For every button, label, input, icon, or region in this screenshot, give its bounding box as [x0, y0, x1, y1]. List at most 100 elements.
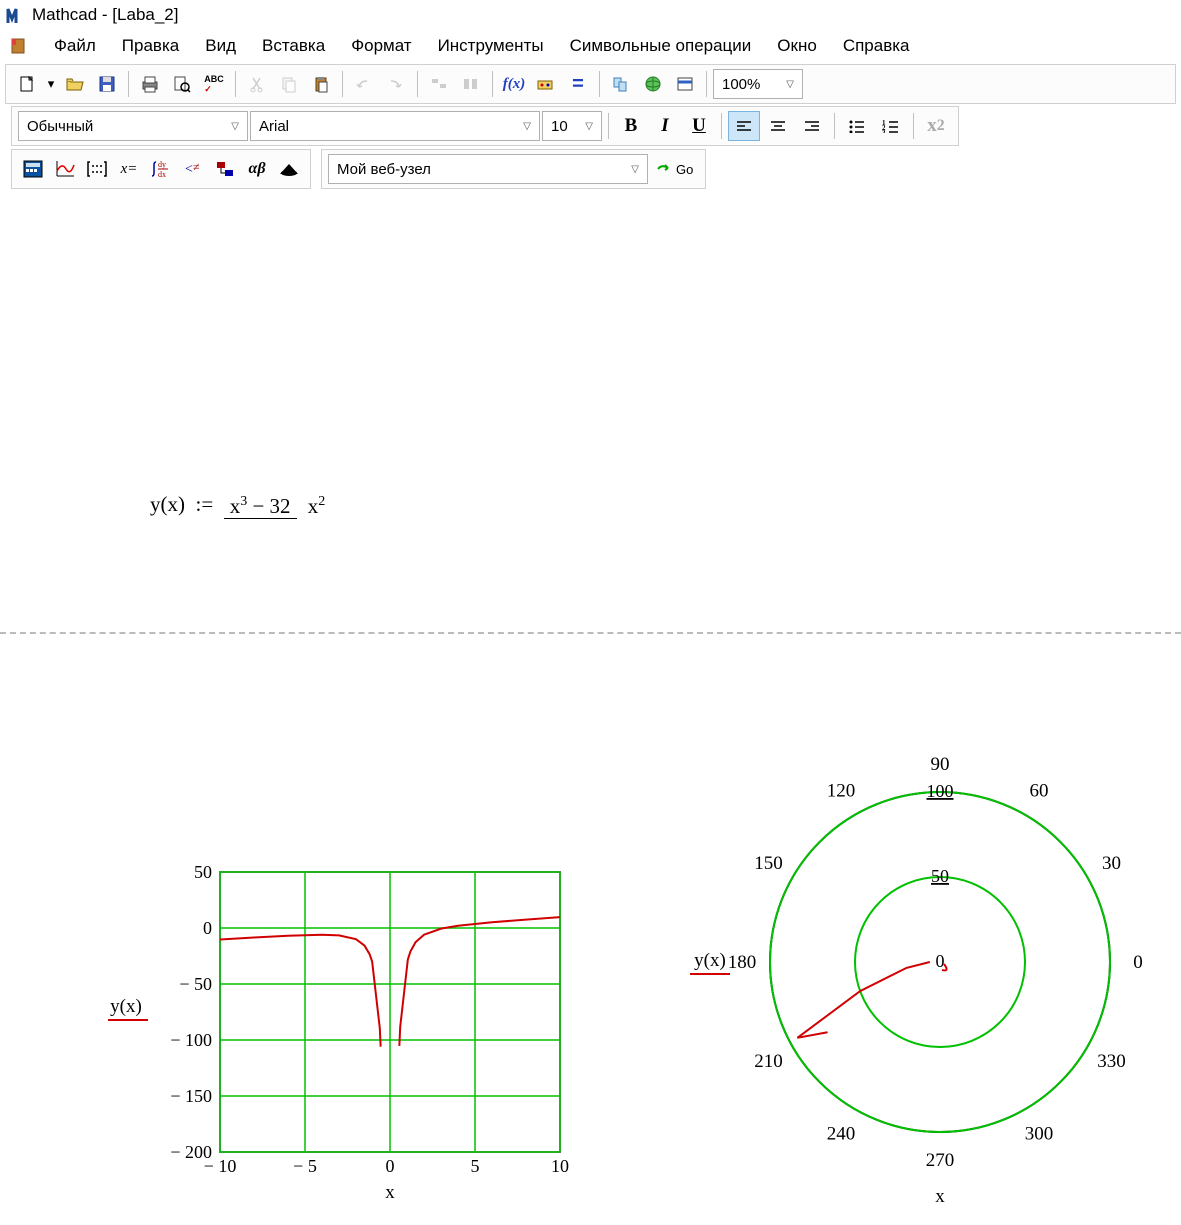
svg-text:90: 90 [931, 754, 950, 775]
zoom-dropdown[interactable]: 100% ▽ [713, 69, 803, 99]
fontsize-dropdown[interactable]: 10 ▽ [542, 111, 602, 141]
svg-text:− 100: − 100 [170, 1030, 212, 1050]
formula-denominator: x2 [302, 494, 332, 518]
workspace[interactable]: y(x) := x3 − 32 x2 − 10− 50510− 200− 150… [0, 192, 1181, 1042]
svg-text:150: 150 [754, 853, 783, 874]
svg-text:120: 120 [827, 781, 856, 802]
page-break [0, 632, 1181, 634]
bold-button[interactable]: B [615, 111, 647, 141]
svg-text:0: 0 [1133, 952, 1143, 973]
toolbar-math-resources: x= dydx <≠ αβ Мой веб-узел ▽ Go [5, 148, 1176, 190]
svg-text:50: 50 [931, 866, 949, 886]
undo-button [349, 69, 379, 99]
app-icon [6, 5, 26, 25]
calculator-palette-button[interactable] [18, 154, 48, 184]
fontsize-value: 10 [551, 118, 568, 135]
align-left-button[interactable] [728, 111, 760, 141]
svg-text:x: x [385, 1182, 395, 1202]
programming-palette-button[interactable] [210, 154, 240, 184]
websel-value: Мой веб-узел [337, 161, 431, 178]
svg-text:330: 330 [1097, 1051, 1126, 1072]
menu-tools[interactable]: Инструменты [426, 32, 556, 60]
font-dropdown[interactable]: Arial ▽ [250, 111, 540, 141]
function-button[interactable]: f(x) [499, 69, 529, 99]
align-region-button [424, 69, 454, 99]
svg-text:60: 60 [1030, 781, 1049, 802]
save-button[interactable] [92, 69, 122, 99]
svg-text:− 50: − 50 [179, 974, 212, 994]
underline-button[interactable]: U [683, 111, 715, 141]
paste-button[interactable] [306, 69, 336, 99]
formula-lhs: y(x) [150, 492, 185, 516]
svg-text:dy: dy [158, 160, 166, 169]
help-button[interactable] [670, 69, 700, 99]
polar-chart-region[interactable]: 0306090120150180210240270300330050100y(x… [650, 722, 1170, 1225]
align-right-button[interactable] [796, 111, 828, 141]
svg-text:0: 0 [203, 918, 212, 938]
menu-view[interactable]: Вид [193, 32, 248, 60]
mdi-icon [8, 35, 30, 57]
svg-text:180: 180 [728, 952, 757, 973]
chevron-down-icon: ▽ [786, 79, 794, 90]
resource-button[interactable] [638, 69, 668, 99]
menu-insert[interactable]: Вставка [250, 32, 337, 60]
component-button[interactable] [606, 69, 636, 99]
chevron-down-icon: ▽ [631, 164, 639, 175]
svg-text:<: < [185, 162, 193, 177]
svg-text:30: 30 [1102, 853, 1121, 874]
svg-text:− 200: − 200 [170, 1142, 212, 1162]
symbolic-palette-button[interactable] [274, 154, 304, 184]
toolbar-standard: ▾ ABC✓ f(x) = 100% ▽ [5, 64, 1176, 104]
menu-help[interactable]: Справка [831, 32, 922, 60]
svg-text:270: 270 [926, 1150, 955, 1171]
units-button[interactable] [531, 69, 561, 99]
preview-button[interactable] [167, 69, 197, 99]
resources-toolbar: Мой веб-узел ▽ Go [321, 149, 706, 189]
numbered-button[interactable]: 123 [875, 111, 907, 141]
calculus-palette-button[interactable]: dydx [146, 154, 176, 184]
menu-format[interactable]: Формат [339, 32, 423, 60]
style-value: Обычный [27, 118, 93, 135]
svg-text:y(x): y(x) [694, 950, 726, 971]
svg-text:10: 10 [551, 1156, 569, 1176]
italic-button[interactable]: I [649, 111, 681, 141]
formula-region[interactable]: y(x) := x3 − 32 x2 [150, 492, 331, 519]
svg-text:− 150: − 150 [170, 1086, 212, 1106]
new-button[interactable] [12, 69, 42, 99]
svg-text:dx: dx [158, 170, 166, 179]
svg-text:≠: ≠ [193, 160, 200, 174]
svg-text:210: 210 [754, 1051, 783, 1072]
calculate-button[interactable]: = [563, 69, 593, 99]
style-dropdown[interactable]: Обычный ▽ [18, 111, 248, 141]
svg-text:0: 0 [386, 1156, 395, 1176]
redo-button [381, 69, 411, 99]
menu-edit[interactable]: Правка [110, 32, 191, 60]
matrix-palette-button[interactable] [82, 154, 112, 184]
new-dropdown[interactable]: ▾ [44, 69, 58, 99]
evaluation-palette-button[interactable]: x= [114, 154, 144, 184]
go-label: Go [676, 162, 693, 177]
menu-file[interactable]: Файл [42, 32, 108, 60]
bullets-button[interactable] [841, 111, 873, 141]
graph-palette-button[interactable] [50, 154, 80, 184]
boolean-palette-button[interactable]: <≠ [178, 154, 208, 184]
greek-palette-button[interactable]: αβ [242, 154, 272, 184]
svg-text:100: 100 [927, 781, 954, 801]
svg-text:240: 240 [827, 1123, 856, 1144]
spellcheck-button[interactable]: ABC✓ [199, 69, 229, 99]
chevron-down-icon: ▽ [585, 121, 593, 132]
xy-chart-region[interactable]: − 10− 50510− 200− 150− 100− 50050xy(x) [100, 862, 580, 1205]
align-center-button[interactable] [762, 111, 794, 141]
menu-window[interactable]: Окно [765, 32, 829, 60]
websel-dropdown[interactable]: Мой веб-узел ▽ [328, 154, 648, 184]
open-button[interactable] [60, 69, 90, 99]
go-button[interactable]: Go [650, 154, 699, 184]
svg-text:y(x): y(x) [110, 996, 142, 1017]
font-value: Arial [259, 118, 289, 135]
titlebar-text: Mathcad - [Laba_2] [32, 5, 178, 25]
print-button[interactable] [135, 69, 165, 99]
menu-symbolics[interactable]: Символьные операции [558, 32, 764, 60]
svg-text:5: 5 [471, 1156, 480, 1176]
chevron-down-icon: ▽ [523, 121, 531, 132]
svg-text:− 5: − 5 [293, 1156, 317, 1176]
